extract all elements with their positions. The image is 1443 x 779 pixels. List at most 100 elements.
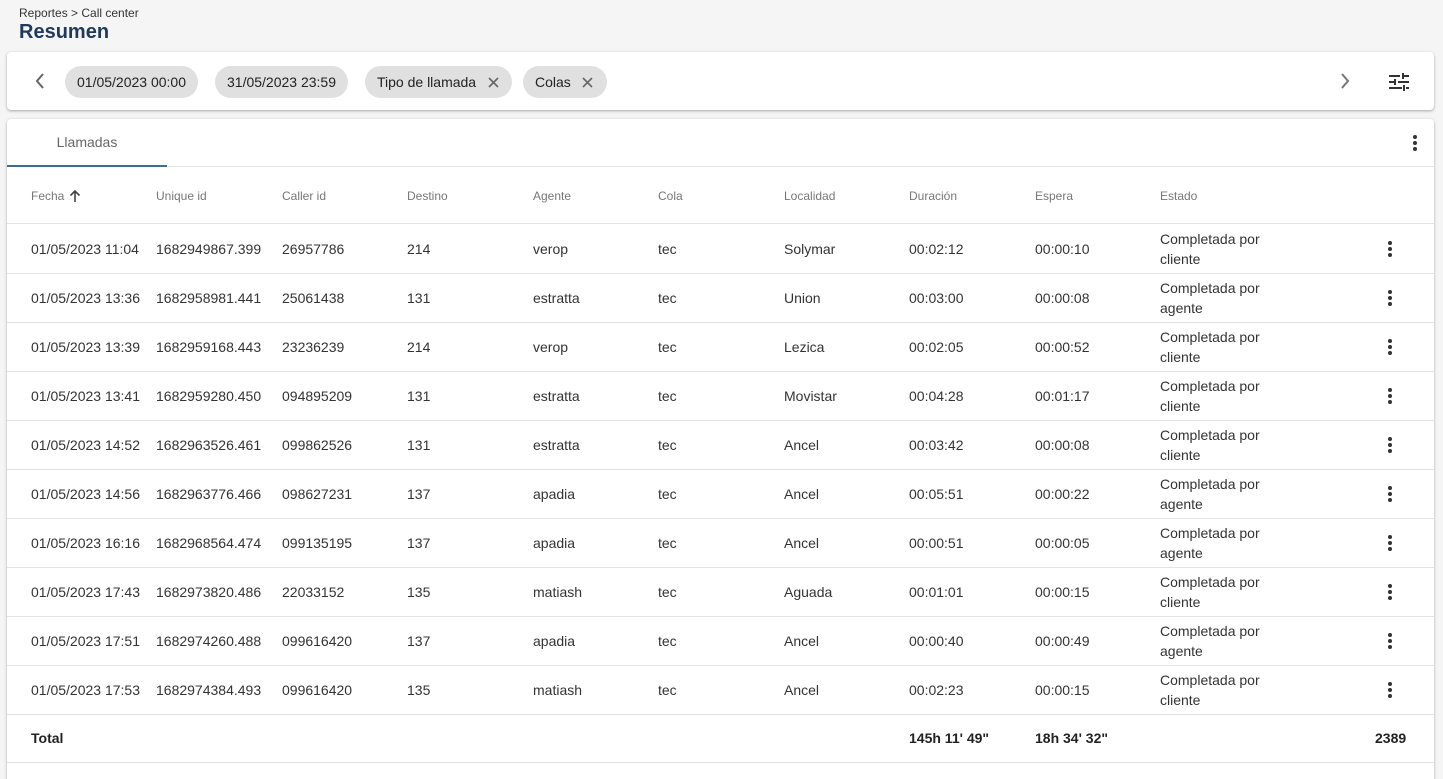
cell-destino: 214 [407, 241, 431, 257]
tab-llamadas[interactable]: Llamadas [7, 119, 167, 167]
cell-estado: Completada por agente [1160, 525, 1260, 561]
cell-espera: 00:00:10 [1035, 241, 1090, 257]
cell-estado: Completada por cliente [1160, 574, 1260, 610]
table-row[interactable]: 01/05/2023 17:43 1682973820.486 22033152 13… [7, 568, 1434, 617]
table-row[interactable]: 01/05/2023 13:39 1682959168.443 23236239 21… [7, 323, 1434, 372]
cell-cola: tec [658, 682, 677, 698]
close-icon[interactable] [581, 75, 595, 89]
more-vert-icon[interactable] [1378, 237, 1402, 261]
cell-caller-id: 099616420 [282, 682, 353, 698]
cell-unique-id: 1682963776.466 [156, 486, 262, 502]
table-row[interactable]: 01/05/2023 17:53 1682974384.493 099616420 1… [7, 666, 1434, 715]
cell-localidad: Solymar [784, 241, 836, 257]
cell-estado: Completada por cliente [1160, 378, 1260, 414]
page-title: Resumen [19, 21, 110, 43]
more-vert-icon[interactable] [1378, 433, 1402, 457]
cell-localidad: Ancel [784, 682, 820, 698]
date-to-label: 31/05/2023 23:59 [227, 74, 336, 90]
cell-localidad: Ancel [784, 535, 820, 551]
cell-duracion: 00:02:23 [909, 682, 964, 698]
column-header-espera[interactable]: Espera [1035, 168, 1073, 224]
cell-caller-id: 099862526 [282, 437, 353, 453]
cell-duracion: 00:03:00 [909, 290, 964, 306]
cell-estado: Completada por cliente [1160, 672, 1260, 708]
cell-unique-id: 1682973820.486 [156, 584, 262, 600]
cell-duracion: 00:05:51 [909, 486, 964, 502]
call-type-chip[interactable]: Tipo de llamada [365, 66, 513, 98]
cell-unique-id: 1682959280.450 [156, 388, 262, 404]
cell-caller-id: 22033152 [282, 584, 345, 600]
cell-duracion: 00:00:40 [909, 633, 964, 649]
more-vert-icon[interactable] [1378, 482, 1402, 506]
table-row[interactable]: 01/05/2023 14:52 1682963526.461 099862526 1… [7, 421, 1434, 470]
more-vert-icon[interactable] [1378, 678, 1402, 702]
date-to-chip[interactable]: 31/05/2023 23:59 [215, 66, 348, 98]
more-vert-icon[interactable] [1403, 131, 1427, 155]
cell-agente: apadia [533, 486, 576, 502]
close-icon[interactable] [486, 75, 500, 89]
table-row[interactable]: 01/05/2023 14:56 1682963776.466 098627231 1… [7, 470, 1434, 519]
date-from-chip[interactable]: 01/05/2023 00:00 [65, 66, 198, 98]
table-row[interactable]: 01/05/2023 17:51 1682974260.488 099616420 1… [7, 617, 1434, 666]
column-header-caller-id[interactable]: Caller id [282, 168, 326, 224]
cell-estado: Completada por agente [1160, 623, 1260, 659]
cell-localidad: Lezica [784, 339, 825, 355]
cell-espera: 00:00:15 [1035, 682, 1090, 698]
cell-unique-id: 1682963526.461 [156, 437, 262, 453]
cell-cola: tec [658, 290, 677, 306]
cell-destino: 131 [407, 388, 431, 404]
cell-unique-id: 1682959168.443 [156, 339, 262, 355]
column-header-estado[interactable]: Estado [1160, 168, 1197, 224]
cell-unique-id: 1682949867.399 [156, 241, 262, 257]
more-vert-icon[interactable] [1378, 384, 1402, 408]
cell-destino: 131 [407, 437, 431, 453]
cell-duracion: 00:02:12 [909, 241, 964, 257]
table-row[interactable]: 01/05/2023 11:04 1682949867.399 26957786 21… [7, 225, 1434, 274]
cell-fecha: 01/05/2023 14:52 [31, 437, 140, 453]
column-header-destino[interactable]: Destino [407, 168, 448, 224]
cell-estado: Completada por cliente [1160, 427, 1260, 463]
table-row[interactable]: 01/05/2023 13:41 1682959280.450 094895209 1… [7, 372, 1434, 421]
cell-fecha: 01/05/2023 11:04 [31, 241, 139, 257]
column-header-unique-id[interactable]: Unique id [156, 168, 207, 224]
cell-cola: tec [658, 633, 677, 649]
cell-agente: apadia [533, 535, 576, 551]
cell-espera: 00:00:49 [1035, 633, 1090, 649]
queues-chip[interactable]: Colas [523, 66, 607, 98]
cell-agente: verop [533, 339, 569, 355]
tune-icon[interactable] [1387, 70, 1411, 94]
more-vert-icon[interactable] [1378, 629, 1402, 653]
cell-duracion: 00:01:01 [909, 584, 964, 600]
cell-espera: 00:00:08 [1035, 290, 1090, 306]
cell-estado: Completada por agente [1160, 280, 1260, 316]
cell-localidad: Movistar [784, 388, 837, 404]
chevron-right-icon[interactable] [1334, 70, 1356, 92]
cell-destino: 137 [407, 633, 431, 649]
total-count: 2389 [1375, 730, 1407, 746]
cell-fecha: 01/05/2023 16:16 [31, 535, 140, 551]
cell-destino: 131 [407, 290, 431, 306]
column-header-fecha[interactable]: Fecha [31, 168, 81, 224]
cell-agente: apadia [533, 633, 576, 649]
table-row[interactable]: 01/05/2023 13:36 1682958981.441 25061438 13… [7, 274, 1434, 323]
table-row[interactable]: 01/05/2023 16:16 1682968564.474 099135195 1… [7, 519, 1434, 568]
calls-card: Llamadas Fecha Unique id Caller id Desti… [7, 119, 1434, 779]
cell-duracion: 00:00:51 [909, 535, 964, 551]
date-from-label: 01/05/2023 00:00 [77, 74, 186, 90]
column-header-duracion[interactable]: Duración [909, 168, 957, 224]
cell-cola: tec [658, 535, 677, 551]
more-vert-icon[interactable] [1378, 531, 1402, 555]
cell-espera: 00:00:22 [1035, 486, 1090, 502]
more-vert-icon[interactable] [1378, 335, 1402, 359]
cell-agente: estratta [533, 388, 580, 404]
more-vert-icon[interactable] [1378, 286, 1402, 310]
total-espera: 18h 34' 32" [1035, 730, 1109, 746]
column-header-cola[interactable]: Cola [658, 168, 683, 224]
more-vert-icon[interactable] [1378, 580, 1402, 604]
column-header-agente[interactable]: Agente [533, 168, 571, 224]
column-header-localidad[interactable]: Localidad [784, 168, 835, 224]
chevron-left-icon[interactable] [29, 70, 51, 92]
cell-unique-id: 1682968564.474 [156, 535, 262, 551]
cell-duracion: 00:03:42 [909, 437, 964, 453]
cell-cola: tec [658, 241, 677, 257]
